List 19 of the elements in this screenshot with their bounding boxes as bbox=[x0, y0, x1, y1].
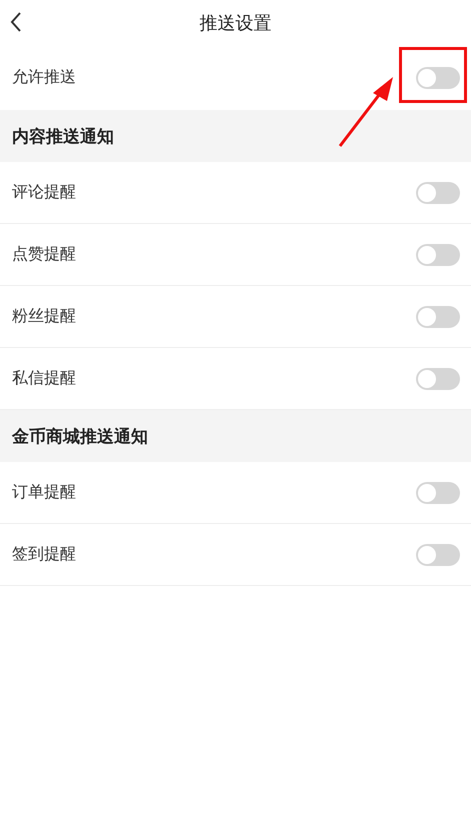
highlight-box bbox=[399, 47, 467, 103]
setting-label: 允许推送 bbox=[12, 67, 76, 88]
toggle-switch[interactable] bbox=[416, 306, 460, 328]
section-header: 内容推送通知 bbox=[0, 110, 471, 162]
setting-label: 签到提醒 bbox=[12, 544, 76, 565]
section-header: 金币商城推送通知 bbox=[0, 410, 471, 462]
setting-label: 点赞提醒 bbox=[12, 244, 76, 265]
setting-label: 粉丝提醒 bbox=[12, 306, 76, 327]
setting-label: 评论提醒 bbox=[12, 182, 76, 203]
toggle-switch[interactable] bbox=[416, 66, 460, 88]
page-title: 推送设置 bbox=[200, 12, 272, 34]
setting-label: 订单提醒 bbox=[12, 482, 76, 503]
toggle-switch[interactable] bbox=[416, 244, 460, 266]
toggle-switch[interactable] bbox=[416, 544, 460, 566]
toggle-switch[interactable] bbox=[416, 482, 460, 504]
toggle-switch[interactable] bbox=[416, 182, 460, 204]
toggle-switch[interactable] bbox=[416, 368, 460, 390]
setting-label: 私信提醒 bbox=[12, 368, 76, 389]
back-icon[interactable] bbox=[10, 12, 22, 32]
